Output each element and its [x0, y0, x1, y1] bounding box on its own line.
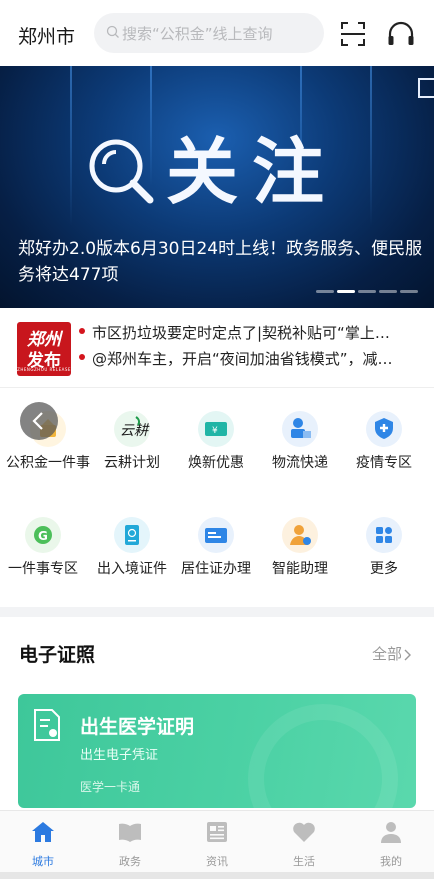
- birth-certificate-card[interactable]: 出生医学证明 出生电子凭证 医学一卡通: [18, 694, 416, 808]
- scan-icon[interactable]: [340, 21, 366, 47]
- passport-icon: [114, 517, 150, 553]
- section-divider: [0, 607, 434, 617]
- more-grid-icon: [366, 517, 402, 553]
- courier-icon: [282, 411, 318, 447]
- service-more[interactable]: 更多: [342, 517, 426, 579]
- search-placeholder: 搜索“公积金”线上查询: [122, 24, 273, 43]
- service-courier[interactable]: 物流快递: [258, 411, 342, 473]
- service-residence-card[interactable]: 居住证办理: [174, 517, 258, 579]
- nav-mine[interactable]: 我的: [348, 821, 434, 869]
- carousel-dot: [379, 290, 397, 293]
- back-button[interactable]: [20, 402, 58, 440]
- search-input[interactable]: 搜索“公积金”线上查询: [94, 13, 324, 53]
- view-all-link[interactable]: 全部: [372, 643, 413, 664]
- banner-carousel[interactable]: 关注 郑好办2.0版本6月30日24时上线！政务服务、便民服务将达477项: [0, 66, 434, 308]
- residence-card-icon: [198, 517, 234, 553]
- carousel-dot: [400, 290, 418, 293]
- news-bullet: [79, 353, 85, 360]
- nav-life[interactable]: 生活: [261, 821, 347, 869]
- search-icon: [106, 25, 119, 38]
- system-gesture-bar: [0, 872, 434, 879]
- magnifier-logo-icon: [86, 136, 156, 206]
- person-icon: [381, 822, 401, 843]
- home-icon: [32, 822, 54, 842]
- heart-icon: [293, 822, 315, 842]
- banner-headline: 关注: [166, 130, 339, 214]
- nav-government[interactable]: 政务: [87, 821, 173, 869]
- nav-city[interactable]: 城市: [0, 821, 86, 869]
- zhengzhou-release-logo[interactable]: 郑州 发布 ZHENGZHOU RELEASE: [17, 322, 71, 376]
- svg-text:G: G: [38, 529, 48, 543]
- news-bullet: [79, 327, 85, 334]
- city-selector[interactable]: 郑州市: [18, 22, 75, 49]
- news-ticker: 郑州 发布 ZHENGZHOU RELEASE 市区扔垃圾要定时定点了|契税补贴…: [0, 308, 434, 388]
- service-grid: 公积金一件事 云耕 云耕计划 ¥ 焕新优惠 物流快递 疫情专区 G 一件事专区: [0, 389, 434, 607]
- news-icon: [207, 822, 227, 842]
- document-icon: [34, 709, 60, 741]
- card-source: 医学一卡通: [80, 780, 141, 794]
- chevron-right-icon: [404, 649, 412, 660]
- banner-light-beam: [370, 66, 372, 226]
- card-decoration: [248, 704, 398, 808]
- bottom-nav: 城市 政务 资讯 生活 我的: [0, 810, 434, 872]
- one-thing-icon: G: [25, 517, 61, 553]
- nav-news[interactable]: 资讯: [174, 821, 260, 869]
- service-yungeng[interactable]: 云耕 云耕计划: [90, 411, 174, 473]
- banner-corner-mark: [418, 78, 434, 98]
- card-title: 出生医学证明: [80, 716, 195, 738]
- customer-service-icon[interactable]: [386, 19, 416, 49]
- yungeng-icon: 云耕: [114, 411, 150, 447]
- service-passport[interactable]: 出入境证件: [90, 517, 174, 579]
- carousel-dot-active: [337, 290, 355, 293]
- service-one-thing[interactable]: G 一件事专区: [0, 517, 90, 579]
- carousel-indicator: [316, 290, 418, 293]
- news-item[interactable]: @郑州车主，开启“夜间加油省钱模式”，减…: [79, 347, 424, 369]
- service-assistant[interactable]: 智能助理: [258, 517, 342, 579]
- carousel-dot: [358, 290, 376, 293]
- top-bar: 郑州市 搜索“公积金”线上查询: [0, 0, 434, 66]
- banner-light-beam: [70, 66, 72, 226]
- banner-caption: 郑好办2.0版本6月30日24时上线！政务服务、便民服务将达477项: [18, 239, 423, 285]
- svg-text:云耕: 云耕: [120, 423, 150, 439]
- assistant-icon: [282, 517, 318, 553]
- book-icon: [119, 823, 141, 842]
- medical-shield-icon: [366, 411, 402, 447]
- svg-text:¥: ¥: [212, 426, 218, 436]
- voucher-icon: ¥: [198, 411, 234, 447]
- carousel-dot: [316, 290, 334, 293]
- chevron-left-icon: [32, 412, 43, 430]
- service-epidemic[interactable]: 疫情专区: [342, 411, 426, 473]
- card-subtitle: 出生电子凭证: [80, 748, 159, 763]
- section-title: 电子证照: [19, 644, 96, 666]
- news-item[interactable]: 市区扔垃圾要定时定点了|契税补贴可“掌上…: [79, 321, 424, 343]
- service-voucher[interactable]: ¥ 焕新优惠: [174, 411, 258, 473]
